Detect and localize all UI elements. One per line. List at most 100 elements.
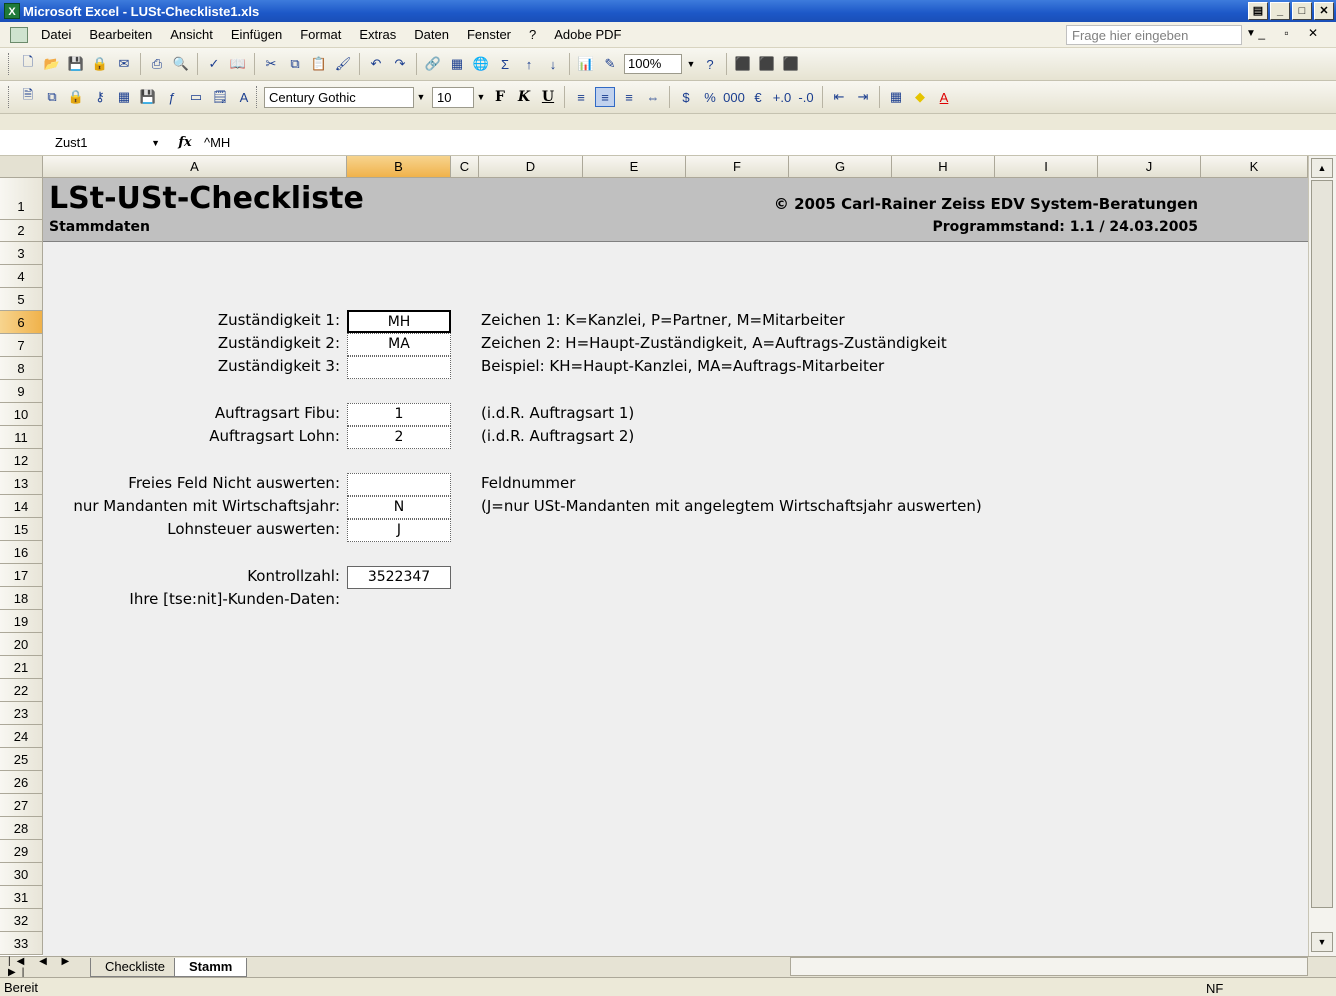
- lohn-cell[interactable]: 2: [347, 426, 451, 449]
- row-header-13[interactable]: 13: [0, 472, 43, 495]
- paste-icon[interactable]: 📋: [309, 54, 329, 74]
- tab-navigation-icon[interactable]: |◀ ◀ ▶ ▶|: [0, 956, 90, 978]
- name-box[interactable]: Zust1 ▼: [0, 132, 170, 154]
- print-preview-icon[interactable]: 🔍: [171, 54, 191, 74]
- print-icon[interactable]: ⎙: [147, 54, 167, 74]
- freies-feld-cell[interactable]: [347, 473, 451, 496]
- column-header-k[interactable]: K: [1201, 156, 1308, 178]
- menu-einfuegen[interactable]: Einfügen: [222, 27, 291, 42]
- increase-indent-icon[interactable]: ⇥: [853, 87, 873, 107]
- formula-input[interactable]: ^MH: [200, 135, 230, 150]
- column-header-e[interactable]: E: [583, 156, 686, 178]
- excel-app-icon[interactable]: X: [4, 3, 20, 19]
- wirtschaftsjahr-cell[interactable]: N: [347, 496, 451, 519]
- zoom-dropdown-icon[interactable]: ▼: [684, 59, 698, 69]
- column-header-b[interactable]: B: [347, 156, 451, 178]
- minimize-button[interactable]: _: [1270, 2, 1290, 20]
- row-header-12[interactable]: 12: [0, 449, 43, 472]
- row-header-29[interactable]: 29: [0, 840, 43, 863]
- research-icon[interactable]: 📖: [228, 54, 248, 74]
- column-header-a[interactable]: A: [43, 156, 347, 178]
- align-left-icon[interactable]: ≡: [571, 87, 591, 107]
- row-header-5[interactable]: 5: [0, 288, 43, 311]
- worksheet[interactable]: A B C D E F G H I J K 1 2 3 4 5 6 7 8 9 10 11 12 13 1…: [0, 156, 1308, 956]
- row-header-27[interactable]: 27: [0, 794, 43, 817]
- row-header-32[interactable]: 32: [0, 909, 43, 932]
- euro-icon[interactable]: €: [748, 87, 768, 107]
- zust2-cell[interactable]: MA: [347, 333, 451, 356]
- borders-icon[interactable]: ▦: [886, 87, 906, 107]
- kontrollzahl-cell[interactable]: 3522347: [347, 566, 451, 589]
- calendar-icon[interactable]: ▦: [114, 87, 134, 107]
- horizontal-scrollbar[interactable]: [790, 957, 1308, 976]
- row-header-19[interactable]: 19: [0, 610, 43, 633]
- chart-wizard-icon[interactable]: 📊: [576, 54, 596, 74]
- permission-icon[interactable]: 🔒: [90, 54, 110, 74]
- tab-stamm[interactable]: Stamm: [173, 957, 248, 977]
- increase-decimal-icon[interactable]: +.0: [772, 87, 792, 107]
- row-header-21[interactable]: 21: [0, 656, 43, 679]
- help-dropdown-icon[interactable]: ▼: [1246, 28, 1256, 39]
- toolbar-grip[interactable]: [256, 86, 259, 108]
- select-all-corner[interactable]: [0, 156, 43, 178]
- percent-icon[interactable]: %: [700, 87, 720, 107]
- scroll-up-icon[interactable]: ▲: [1311, 158, 1333, 178]
- row-header-9[interactable]: 9: [0, 380, 43, 403]
- close-button[interactable]: ✕: [1314, 2, 1334, 20]
- toolbar-grip[interactable]: [8, 53, 11, 75]
- row-header-10[interactable]: 10: [0, 403, 43, 426]
- vertical-scroll-thumb[interactable]: [1311, 180, 1333, 908]
- maximize-button[interactable]: □: [1292, 2, 1312, 20]
- drawing-icon[interactable]: ✎: [600, 54, 620, 74]
- row-header-22[interactable]: 22: [0, 679, 43, 702]
- row-header-16[interactable]: 16: [0, 541, 43, 564]
- row-header-33[interactable]: 33: [0, 932, 43, 955]
- zust3-cell[interactable]: [347, 356, 451, 379]
- pdf-create-icon[interactable]: ⬛: [733, 54, 753, 74]
- font-size-select[interactable]: 10: [432, 86, 474, 108]
- table-icon[interactable]: ▦: [447, 54, 467, 74]
- redo-icon[interactable]: ↷: [390, 54, 410, 74]
- document-window-controls[interactable]: _ ▫ ✕: [1258, 26, 1326, 40]
- help-search-input[interactable]: Frage hier eingeben: [1066, 25, 1242, 45]
- menu-bearbeiten[interactable]: Bearbeiten: [80, 27, 161, 42]
- open-folder-icon[interactable]: 📂: [42, 54, 62, 74]
- function-icon[interactable]: ƒ: [162, 87, 182, 107]
- align-right-icon[interactable]: ≡: [619, 87, 639, 107]
- merge-center-icon[interactable]: ⇔: [643, 87, 663, 107]
- hyperlink-icon[interactable]: 🔗: [423, 54, 443, 74]
- font-size-icon[interactable]: A: [234, 87, 254, 107]
- sort-descending-icon[interactable]: ↓: [543, 54, 563, 74]
- column-header-c[interactable]: C: [451, 156, 479, 178]
- decrease-decimal-icon[interactable]: -.0: [796, 87, 816, 107]
- help-icon[interactable]: ?: [700, 54, 720, 74]
- lohnsteuer-cell[interactable]: J: [347, 519, 451, 542]
- row-header-20[interactable]: 20: [0, 633, 43, 656]
- row-header-26[interactable]: 26: [0, 771, 43, 794]
- align-center-icon[interactable]: ≡: [595, 87, 615, 107]
- row-header-7[interactable]: 7: [0, 334, 43, 357]
- print-preview-icon[interactable]: ▤: [1248, 2, 1268, 20]
- column-header-j[interactable]: J: [1098, 156, 1201, 178]
- currency-icon[interactable]: $: [676, 87, 696, 107]
- toolbar-grip[interactable]: [8, 86, 11, 108]
- row-header-2[interactable]: 2: [0, 220, 43, 242]
- row-header-28[interactable]: 28: [0, 817, 43, 840]
- menu-ansicht[interactable]: Ansicht: [161, 27, 222, 42]
- row-header-11[interactable]: 11: [0, 426, 43, 449]
- menu-fenster[interactable]: Fenster: [458, 27, 520, 42]
- tab-checkliste[interactable]: Checkliste: [90, 957, 180, 977]
- font-select[interactable]: Century Gothic: [264, 86, 414, 108]
- row-header-8[interactable]: 8: [0, 357, 43, 380]
- row-header-31[interactable]: 31: [0, 886, 43, 909]
- menu-datei[interactable]: Datei: [32, 27, 80, 42]
- column-header-h[interactable]: H: [892, 156, 995, 178]
- key-icon[interactable]: ⚷: [90, 87, 110, 107]
- row-header-24[interactable]: 24: [0, 725, 43, 748]
- sort-ascending-icon[interactable]: ↑: [519, 54, 539, 74]
- spelling-icon[interactable]: ✓: [204, 54, 224, 74]
- copy-sheet-icon[interactable]: ⧉: [42, 87, 62, 107]
- row-header-1[interactable]: 1: [0, 178, 43, 220]
- vertical-scrollbar[interactable]: ▲ ▼: [1308, 156, 1336, 956]
- save-icon[interactable]: 💾: [138, 87, 158, 107]
